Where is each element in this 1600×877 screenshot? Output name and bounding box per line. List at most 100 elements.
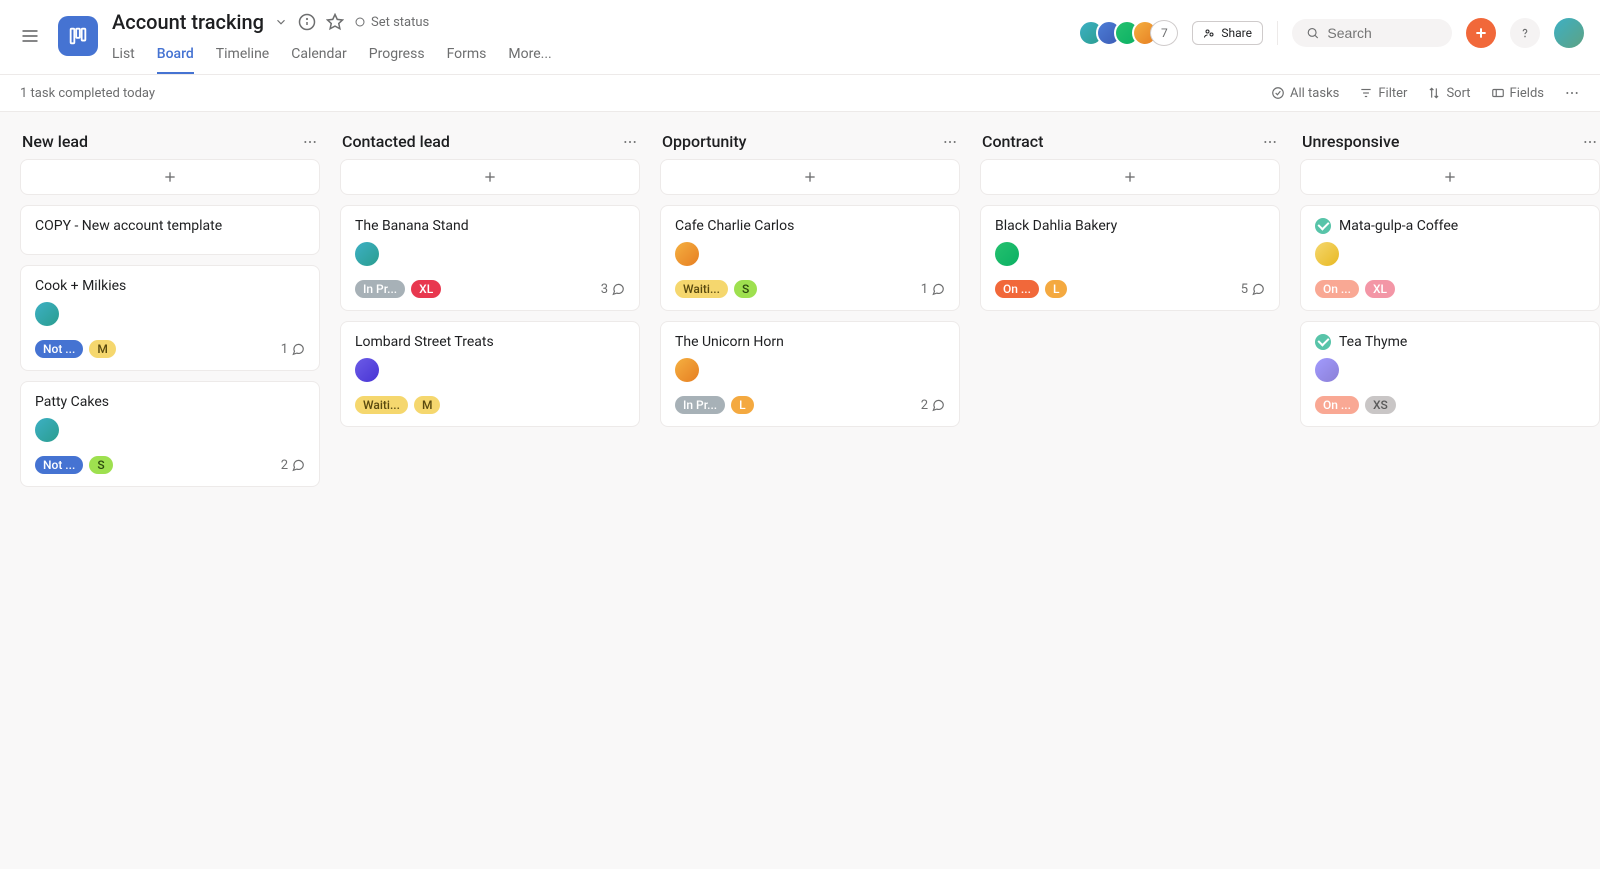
assignee-avatar: [675, 242, 699, 266]
column-title: Unresponsive: [1302, 132, 1399, 151]
card-title: The Banana Stand: [355, 218, 469, 234]
tag-pill: XL: [1365, 280, 1395, 298]
tag-pill: Waiti...: [355, 396, 408, 414]
tab-progress[interactable]: Progress: [369, 38, 425, 74]
tag-pill: S: [734, 280, 757, 298]
sort-button[interactable]: Sort: [1427, 86, 1470, 101]
completed-check-icon: [1315, 218, 1331, 234]
card-title: Mata-gulp-a Coffee: [1339, 218, 1458, 234]
task-card[interactable]: Cafe Charlie CarlosWaiti...S1: [660, 205, 960, 311]
comment-count: 2: [281, 458, 305, 473]
task-card[interactable]: Black Dahlia BakeryOn ...L5: [980, 205, 1280, 311]
search-input[interactable]: [1327, 25, 1438, 41]
assignee-avatar: [35, 418, 59, 442]
view-tabs: List Board Timeline Calendar Progress Forms Mo…: [112, 38, 1078, 74]
hamburger-button[interactable]: [16, 22, 44, 50]
tag-pill: M: [414, 396, 441, 414]
assignee-avatar: [995, 242, 1019, 266]
page-title: Account tracking: [112, 10, 264, 34]
card-title: The Unicorn Horn: [675, 334, 784, 350]
tab-calendar[interactable]: Calendar: [291, 38, 347, 74]
tab-forms[interactable]: Forms: [447, 38, 487, 74]
tab-timeline[interactable]: Timeline: [216, 38, 269, 74]
board: New leadCOPY - New account templateCook …: [0, 112, 1600, 869]
column: Contacted leadThe Banana StandIn Pr...XL…: [340, 132, 640, 849]
task-card[interactable]: The Banana StandIn Pr...XL3: [340, 205, 640, 311]
member-avatars[interactable]: 7: [1078, 20, 1178, 46]
completed-check-icon: [1315, 334, 1331, 350]
comment-count: 5: [1241, 282, 1265, 297]
column-more-button[interactable]: [622, 134, 638, 150]
project-icon: [58, 16, 98, 56]
column: New leadCOPY - New account templateCook …: [20, 132, 320, 849]
share-button[interactable]: Share: [1192, 21, 1263, 45]
add-card-button[interactable]: [980, 159, 1280, 195]
user-avatar[interactable]: [1554, 18, 1584, 48]
search-box[interactable]: [1292, 19, 1452, 47]
add-card-button[interactable]: [340, 159, 640, 195]
card-title: Lombard Street Treats: [355, 334, 494, 350]
tag-pill: Waiti...: [675, 280, 728, 298]
task-card[interactable]: Tea ThymeOn ...XS: [1300, 321, 1600, 427]
task-card[interactable]: COPY - New account template: [20, 205, 320, 255]
comment-count: 1: [281, 342, 305, 357]
fields-button[interactable]: Fields: [1491, 86, 1544, 101]
tab-more[interactable]: More...: [508, 38, 551, 74]
tab-list[interactable]: List: [112, 38, 135, 74]
task-card[interactable]: The Unicorn Horn In Pr...L2: [660, 321, 960, 427]
member-count: 7: [1150, 20, 1178, 46]
add-card-button[interactable]: [1300, 159, 1600, 195]
header: Account tracking Set status List Board Tim…: [0, 0, 1600, 75]
toolbar: 1 task completed today All tasks Filter …: [0, 75, 1600, 112]
card-footer: On ... L 5: [995, 280, 1265, 298]
column-title: Contacted lead: [342, 132, 450, 151]
tag-pill: L: [731, 396, 753, 414]
star-icon[interactable]: [326, 13, 344, 31]
tag-pill: L: [1045, 280, 1067, 298]
column-more-button[interactable]: [942, 134, 958, 150]
card-title: Cook + Milkies: [35, 278, 126, 294]
tag-pill: M: [89, 340, 116, 358]
add-card-button[interactable]: [660, 159, 960, 195]
toolbar-more-button[interactable]: [1564, 85, 1580, 101]
filter-button[interactable]: Filter: [1359, 86, 1407, 101]
tag-pill: Not ...: [35, 340, 83, 358]
fields-label: Fields: [1510, 86, 1544, 101]
card-footer: Not ...S2: [35, 456, 305, 474]
chevron-down-icon[interactable]: [274, 15, 288, 29]
tab-board[interactable]: Board: [157, 38, 194, 74]
tag-pill: XS: [1365, 396, 1396, 414]
info-icon[interactable]: [298, 13, 316, 31]
filter-label: Filter: [1378, 86, 1407, 101]
comment-count: 3: [601, 282, 625, 297]
tag-pill: In Pr...: [355, 280, 405, 298]
column: OpportunityCafe Charlie CarlosWaiti...S1…: [660, 132, 960, 849]
add-card-button[interactable]: [20, 159, 320, 195]
task-card[interactable]: Cook + Milkies Not ... M 1: [20, 265, 320, 371]
assignee-avatar: [35, 302, 59, 326]
header-right: 7 Share: [1078, 18, 1584, 48]
tag-pill: Not ...: [35, 456, 83, 474]
column-more-button[interactable]: [1262, 134, 1278, 150]
card-title: Patty Cakes: [35, 394, 109, 410]
assignee-avatar: [355, 358, 379, 382]
header-main: Account tracking Set status List Board Tim…: [112, 10, 1078, 74]
search-icon: [1306, 25, 1319, 41]
task-card[interactable]: Mata-gulp-a Coffee On ... XL: [1300, 205, 1600, 311]
task-card[interactable]: Patty Cakes Not ...S2: [20, 381, 320, 487]
task-card[interactable]: Lombard Street Treats Waiti... M: [340, 321, 640, 427]
tag-pill: On ...: [995, 280, 1039, 298]
column-more-button[interactable]: [1582, 134, 1598, 150]
assignee-avatar: [1315, 242, 1339, 266]
column: UnresponsiveMata-gulp-a CoffeeOn ...XLTe…: [1300, 132, 1600, 849]
column-more-button[interactable]: [302, 134, 318, 150]
all-tasks-button[interactable]: All tasks: [1271, 86, 1339, 101]
tag-pill: On ...: [1315, 396, 1359, 414]
help-button[interactable]: [1510, 18, 1540, 48]
sort-label: Sort: [1446, 86, 1470, 101]
card-footer: In Pr...L2: [675, 396, 945, 414]
set-status-button[interactable]: Set status: [354, 15, 429, 30]
add-button[interactable]: [1466, 18, 1496, 48]
card-footer: Waiti...S1: [675, 280, 945, 298]
tag-pill: On ...: [1315, 280, 1359, 298]
